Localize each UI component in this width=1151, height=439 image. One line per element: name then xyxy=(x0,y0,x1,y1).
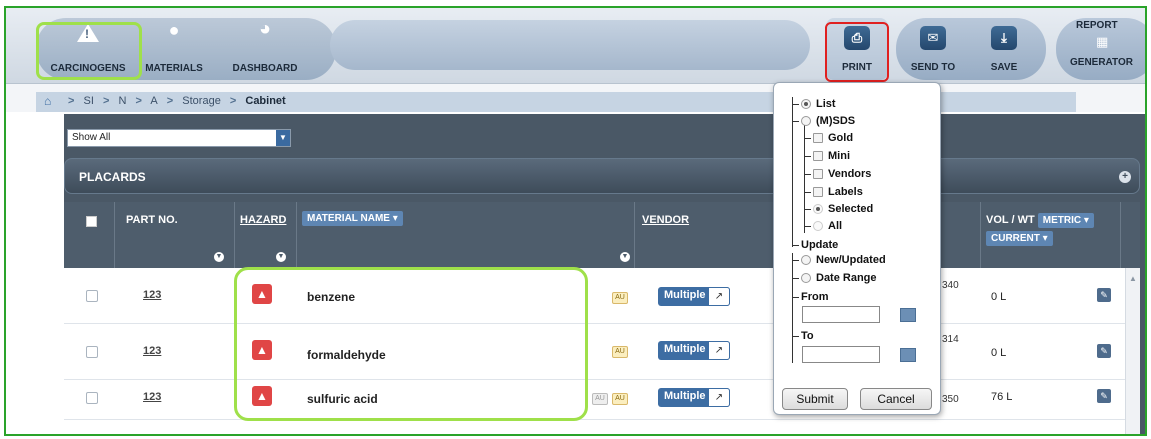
breadcrumb-item[interactable]: A xyxy=(150,95,157,107)
from-date-input[interactable] xyxy=(802,306,880,323)
table-row[interactable]: 123 ▲ sulfuric acid AU AU Multiple ↗ 350 … xyxy=(64,380,1140,420)
radio-all[interactable] xyxy=(813,221,823,231)
option-all[interactable]: All xyxy=(804,219,842,233)
breadcrumb-item[interactable]: SI xyxy=(84,95,94,107)
edit-icon[interactable]: ✎ xyxy=(1097,344,1111,358)
part-number-icon[interactable]: 123 xyxy=(143,345,161,357)
funnel-icon[interactable]: ▼ xyxy=(214,252,224,262)
save-button[interactable]: ⤓ SAVE xyxy=(970,18,1038,80)
radio-new-updated[interactable] xyxy=(801,255,811,265)
show-filter-select[interactable]: Show All ▼ xyxy=(67,129,291,147)
send-to-button[interactable]: ✉ SEND TO xyxy=(898,18,968,80)
row-checkbox[interactable] xyxy=(86,392,98,404)
option-selected[interactable]: Selected xyxy=(804,202,873,216)
print-options-popup: List (M)SDS Gold Mini Vendors Labels Sel… xyxy=(773,82,941,415)
option-date-range[interactable]: Date Range xyxy=(792,271,877,285)
dashboard-button[interactable]: ◕ DASHBOARD xyxy=(222,18,308,80)
breadcrumb-item[interactable]: Storage xyxy=(182,95,221,107)
table-body: 123 ▲ benzene AU Multiple ↗ 340 0 L ✎ 123… xyxy=(64,268,1140,434)
radio-list[interactable] xyxy=(801,99,811,109)
radio-msds[interactable] xyxy=(801,116,811,126)
table-row[interactable]: 123 ▲ benzene AU Multiple ↗ 340 0 L ✎ xyxy=(64,268,1140,324)
table-header: PART NO. HAZARD MATERIAL NAME ▾ VENDOR V… xyxy=(64,202,1140,268)
select-all-checkbox[interactable] xyxy=(86,216,97,227)
funnel-icon[interactable]: ▼ xyxy=(620,252,630,262)
col-material-name[interactable]: MATERIAL NAME ▾ xyxy=(302,211,403,226)
part-number-icon[interactable]: 123 xyxy=(143,289,161,301)
report-generator-button[interactable]: REPORT ▦ GENERATOR xyxy=(1056,18,1145,80)
download-icon: ⤓ xyxy=(991,26,1017,50)
option-update: Update xyxy=(792,238,838,252)
table-row[interactable]: 123 ▲ formaldehyde AU Multiple ↗ 314 0 L … xyxy=(64,324,1140,380)
col-hazard[interactable]: HAZARD xyxy=(240,214,286,226)
app-frame: CARCINOGENS ● MATERIALS ◕ DASHBOARD ⎙ PR… xyxy=(4,6,1147,436)
checkbox-labels[interactable] xyxy=(813,187,823,197)
vendor-button[interactable]: Multiple ↗ xyxy=(658,287,730,306)
option-vendors[interactable]: Vendors xyxy=(804,167,871,181)
au-badge: AU xyxy=(612,346,628,358)
au-badge: AU xyxy=(612,292,628,304)
row-checkbox[interactable] xyxy=(86,290,98,302)
option-labels[interactable]: Labels xyxy=(804,185,863,199)
envelope-icon: ✉ xyxy=(920,26,946,50)
pie-chart-icon: ◕ xyxy=(258,18,272,40)
breadcrumb-item[interactable]: N xyxy=(118,95,126,107)
radio-selected[interactable] xyxy=(813,204,823,214)
label-from: From xyxy=(792,290,829,304)
radio-date-range[interactable] xyxy=(801,273,811,283)
label-to: To xyxy=(792,329,814,343)
metric-select[interactable]: METRIC ▾ xyxy=(1037,213,1094,228)
vendor-button[interactable]: Multiple ↗ xyxy=(658,388,730,407)
funnel-icon[interactable]: ▼ xyxy=(276,252,286,262)
expand-icon[interactable]: ↗ xyxy=(708,388,730,407)
submit-button[interactable]: Submit xyxy=(782,388,848,410)
checkbox-gold[interactable] xyxy=(813,133,823,143)
volume-value: 0 L xyxy=(991,291,1007,303)
volume-value: 0 L xyxy=(991,347,1007,359)
breadcrumb-current: Cabinet xyxy=(245,95,286,107)
option-list[interactable]: List xyxy=(792,97,836,111)
materials-button[interactable]: ● MATERIALS xyxy=(138,18,210,80)
option-new-updated[interactable]: New/Updated xyxy=(792,253,886,267)
cancel-button[interactable]: Cancel xyxy=(860,388,932,410)
part-number-icon[interactable]: 123 xyxy=(143,391,161,403)
option-mini[interactable]: Mini xyxy=(804,149,850,163)
carcinogens-highlight xyxy=(36,22,142,80)
edit-icon[interactable]: ✎ xyxy=(1097,389,1111,403)
report-icon: ▦ xyxy=(1096,34,1109,49)
col-vol-wt[interactable]: VOL / WT METRIC ▾ xyxy=(986,213,1094,228)
toolbar-spacer xyxy=(330,20,810,70)
option-msds[interactable]: (M)SDS xyxy=(792,114,855,128)
calendar-icon[interactable] xyxy=(900,348,916,362)
expand-icon[interactable]: ↗ xyxy=(708,341,730,360)
checkbox-vendors[interactable] xyxy=(813,169,823,179)
materials-highlight xyxy=(234,267,588,421)
col-vendor[interactable]: VENDOR xyxy=(642,214,689,226)
placards-header: PLACARDS + xyxy=(64,158,1140,194)
checkbox-mini[interactable] xyxy=(813,151,823,161)
option-gold[interactable]: Gold xyxy=(804,131,853,145)
breadcrumb-bar: ⌂ > SI > N > A > Storage > Cabinet xyxy=(6,84,1145,112)
toolbar: CARCINOGENS ● MATERIALS ◕ DASHBOARD ⎙ PR… xyxy=(6,8,1145,84)
vendor-button[interactable]: Multiple ↗ xyxy=(658,341,730,360)
edit-icon[interactable]: ✎ xyxy=(1097,288,1111,302)
molecule-icon: ● xyxy=(168,20,180,40)
row-checkbox[interactable] xyxy=(86,346,98,358)
current-select[interactable]: CURRENT ▾ xyxy=(986,231,1053,246)
add-icon[interactable]: + xyxy=(1119,171,1131,183)
volume-value: 76 L xyxy=(991,391,1013,403)
expand-icon[interactable]: ↗ xyxy=(708,287,730,306)
col-part-no[interactable]: PART NO. xyxy=(126,214,178,226)
home-icon[interactable]: ⌂ xyxy=(44,94,51,108)
print-highlight xyxy=(825,22,889,82)
table-scrollbar[interactable]: ▲ xyxy=(1125,268,1140,434)
au-badge: AU xyxy=(612,393,628,405)
to-date-input[interactable] xyxy=(802,346,880,363)
main-panel: Show All ▼ PLACARDS + PART NO. HAZARD MA… xyxy=(64,114,1145,434)
chevron-down-icon: ▼ xyxy=(276,130,290,146)
au-badge-dim: AU xyxy=(592,393,608,405)
calendar-icon[interactable] xyxy=(900,308,916,322)
